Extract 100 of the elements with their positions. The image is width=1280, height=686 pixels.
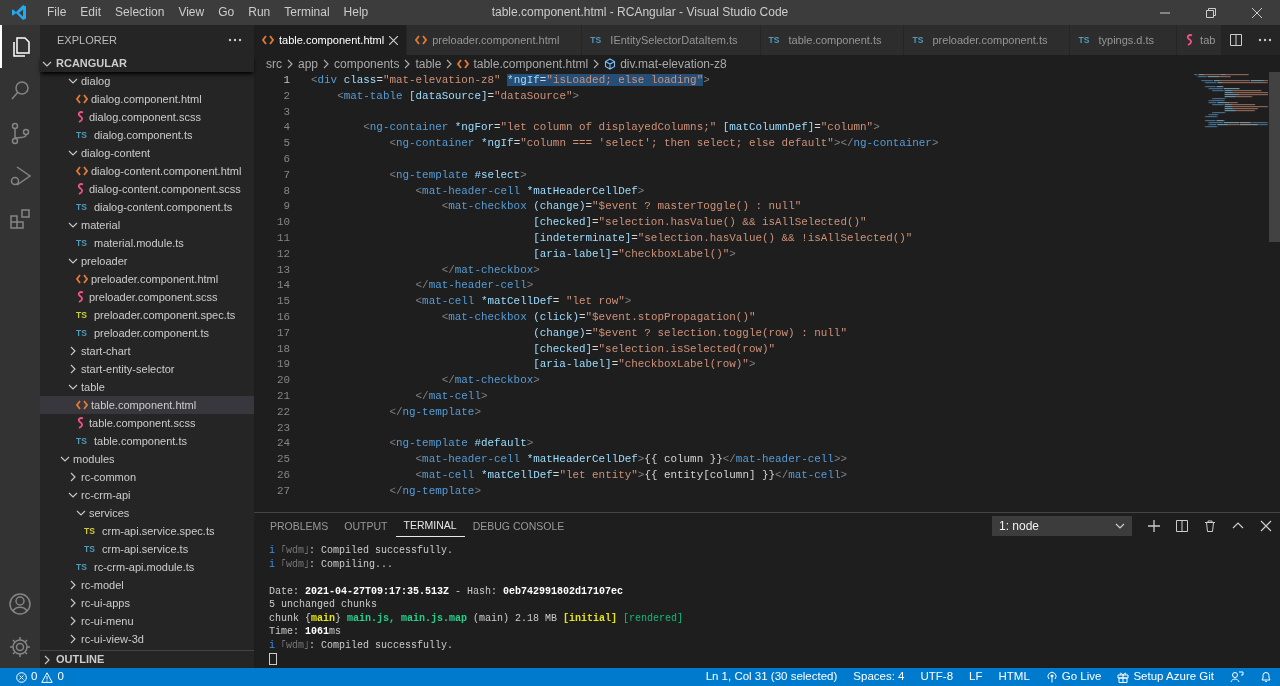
menu-item[interactable]: Edit: [73, 0, 109, 25]
feedback-icon[interactable]: [1230, 671, 1244, 683]
chevron-down-icon[interactable]: [60, 454, 70, 464]
tree-item[interactable]: TS table.component.ts: [40, 432, 254, 450]
problems-indicator[interactable]: 0 0: [8, 668, 72, 686]
terminal-dropdown[interactable]: 1: node: [992, 515, 1132, 536]
plus-icon[interactable]: [1148, 519, 1160, 532]
tree-item[interactable]: rc-ui-apps: [40, 594, 254, 612]
bell-icon[interactable]: [1260, 671, 1272, 683]
tree-item[interactable]: modules: [40, 450, 254, 468]
chevron-right-icon[interactable]: [68, 364, 78, 374]
chevron-down-icon[interactable]: [68, 382, 78, 392]
chevron-right-icon[interactable]: [68, 616, 78, 626]
more-icon[interactable]: [1258, 38, 1272, 42]
menu-item[interactable]: Go: [211, 0, 242, 25]
chevron-down-icon[interactable]: [68, 256, 78, 266]
scrollbar-thumb[interactable]: [1269, 72, 1280, 242]
chevron-down-icon[interactable]: [68, 220, 78, 230]
chevron-right-icon[interactable]: [42, 654, 52, 665]
chevron-down-icon[interactable]: [76, 508, 86, 518]
tree-item[interactable]: TS crm-api.service.spec.ts: [40, 522, 254, 540]
tree-item[interactable]: services: [40, 504, 254, 522]
code-line: [indeterminate]="selection.hasValue() && !isAllSelected()": [532, 230, 913, 246]
editor-tab[interactable]: TS preloader.component.ts: [904, 25, 1071, 55]
chevron-right-icon[interactable]: [68, 598, 78, 608]
status-item[interactable]: Ln 1, Col 31 (30 selected): [697, 668, 846, 686]
menu-item[interactable]: Help: [336, 0, 376, 25]
breadcrumb-item[interactable]: table: [415, 54, 442, 73]
panel-tab[interactable]: PROBLEMS: [262, 513, 337, 538]
chevron-down-icon[interactable]: [68, 490, 78, 500]
extensions-icon[interactable]: [8, 206, 32, 231]
azure-git-button[interactable]: Setup Azure Git: [1109, 668, 1222, 686]
tree-item[interactable]: TS rc-crm-api.module.ts: [40, 558, 254, 576]
editor-tab[interactable]: tab: [1177, 25, 1222, 55]
tree-item[interactable]: dialog.component.scss: [40, 108, 254, 126]
breadcrumb-item[interactable]: table.component.html: [457, 54, 589, 73]
tree-item[interactable]: dialog-content.component.html: [40, 162, 254, 180]
menu-item[interactable]: Terminal: [277, 0, 337, 25]
chevron-right-icon[interactable]: [285, 58, 295, 69]
tree-item[interactable]: TS preloader.component.spec.ts: [40, 306, 254, 324]
panel-tab[interactable]: DEBUG CONSOLE: [464, 513, 573, 538]
tree-item[interactable]: rc-ui-view-3d: [40, 630, 254, 648]
editor-tab[interactable]: TS IEntitySelectorDataItem.ts: [582, 25, 761, 55]
status-item[interactable]: UTF-8: [912, 668, 962, 686]
run-debug-icon[interactable]: [8, 163, 32, 188]
status-item[interactable]: Spaces: 4: [845, 668, 913, 686]
tree-item[interactable]: TS material.module.ts: [40, 234, 254, 252]
tree-item[interactable]: table: [40, 378, 254, 396]
chevron-down-icon[interactable]: [68, 148, 78, 158]
panel-tab[interactable]: OUTPUT: [336, 513, 396, 538]
status-item[interactable]: LF: [961, 668, 991, 686]
tree-item[interactable]: material: [40, 216, 254, 234]
menu-item[interactable]: View: [171, 0, 212, 25]
tree-item[interactable]: dialog: [40, 72, 254, 90]
tree-item[interactable]: TS crm-api.service.ts: [40, 540, 254, 558]
root-folder[interactable]: RCANGULAR: [40, 55, 254, 72]
tree-item[interactable]: preloader.component.scss: [40, 288, 254, 306]
split-terminal-icon[interactable]: [1176, 519, 1188, 532]
breadcrumb-item[interactable]: app: [298, 54, 319, 73]
tree-item[interactable]: preloader.component.html: [40, 270, 254, 288]
tree-item[interactable]: TS preloader.component.ts: [40, 324, 254, 342]
tree-item[interactable]: table.component.html: [40, 396, 254, 414]
go-live-button[interactable]: Go Live: [1037, 668, 1110, 686]
account-icon[interactable]: [8, 591, 32, 616]
tree-item[interactable]: dialog-content.component.scss: [40, 180, 254, 198]
breadcrumb-item[interactable]: div.mat-elevation-z8: [604, 54, 727, 73]
tree-item[interactable]: TS dialog.component.ts: [40, 126, 254, 144]
editor-tab[interactable]: preloader.component.html: [407, 25, 583, 55]
tree-item[interactable]: dialog-content: [40, 144, 254, 162]
tree-item[interactable]: rc-model: [40, 576, 254, 594]
editor-tab[interactable]: TS table.component.ts: [760, 25, 905, 55]
close-icon[interactable]: [389, 35, 399, 45]
tree-item[interactable]: start-entity-selector: [40, 360, 254, 378]
editor-tab[interactable]: table.component.html: [254, 25, 408, 55]
menu-item[interactable]: File: [40, 0, 74, 25]
panel-tab[interactable]: TERMINAL: [395, 514, 465, 537]
trash-icon[interactable]: [1204, 519, 1216, 532]
settings-icon[interactable]: [8, 634, 32, 659]
tree-item[interactable]: rc-common: [40, 468, 254, 486]
tree-item[interactable]: table.component.scss: [40, 414, 254, 432]
chevron-right-icon[interactable]: [68, 472, 78, 482]
more-icon[interactable]: [228, 38, 242, 42]
breadcrumb-item[interactable]: src: [266, 54, 282, 73]
status-item[interactable]: HTML: [990, 668, 1038, 686]
tree-item[interactable]: rc-ui-menu: [40, 612, 254, 630]
chevron-right-icon[interactable]: [68, 634, 78, 644]
tree-item[interactable]: preloader: [40, 252, 254, 270]
editor-tab[interactable]: TS typings.d.ts: [1070, 25, 1178, 55]
chevron-down-icon[interactable]: [68, 76, 78, 86]
tree-item[interactable]: rc-crm-api: [40, 486, 254, 504]
close-icon[interactable]: [1260, 519, 1272, 532]
tree-item[interactable]: start-chart: [40, 342, 254, 360]
chevron-right-icon[interactable]: [68, 580, 78, 590]
chevron-right-icon[interactable]: [68, 346, 78, 356]
menu-item[interactable]: Run: [241, 0, 278, 25]
tree-item[interactable]: dialog.component.html: [40, 90, 254, 108]
menu-item[interactable]: Selection: [108, 0, 172, 25]
breadcrumb-item[interactable]: components: [334, 54, 400, 73]
tree-item[interactable]: TS dialog-content.component.ts: [40, 198, 254, 216]
split-editor-icon[interactable]: [1230, 34, 1242, 46]
